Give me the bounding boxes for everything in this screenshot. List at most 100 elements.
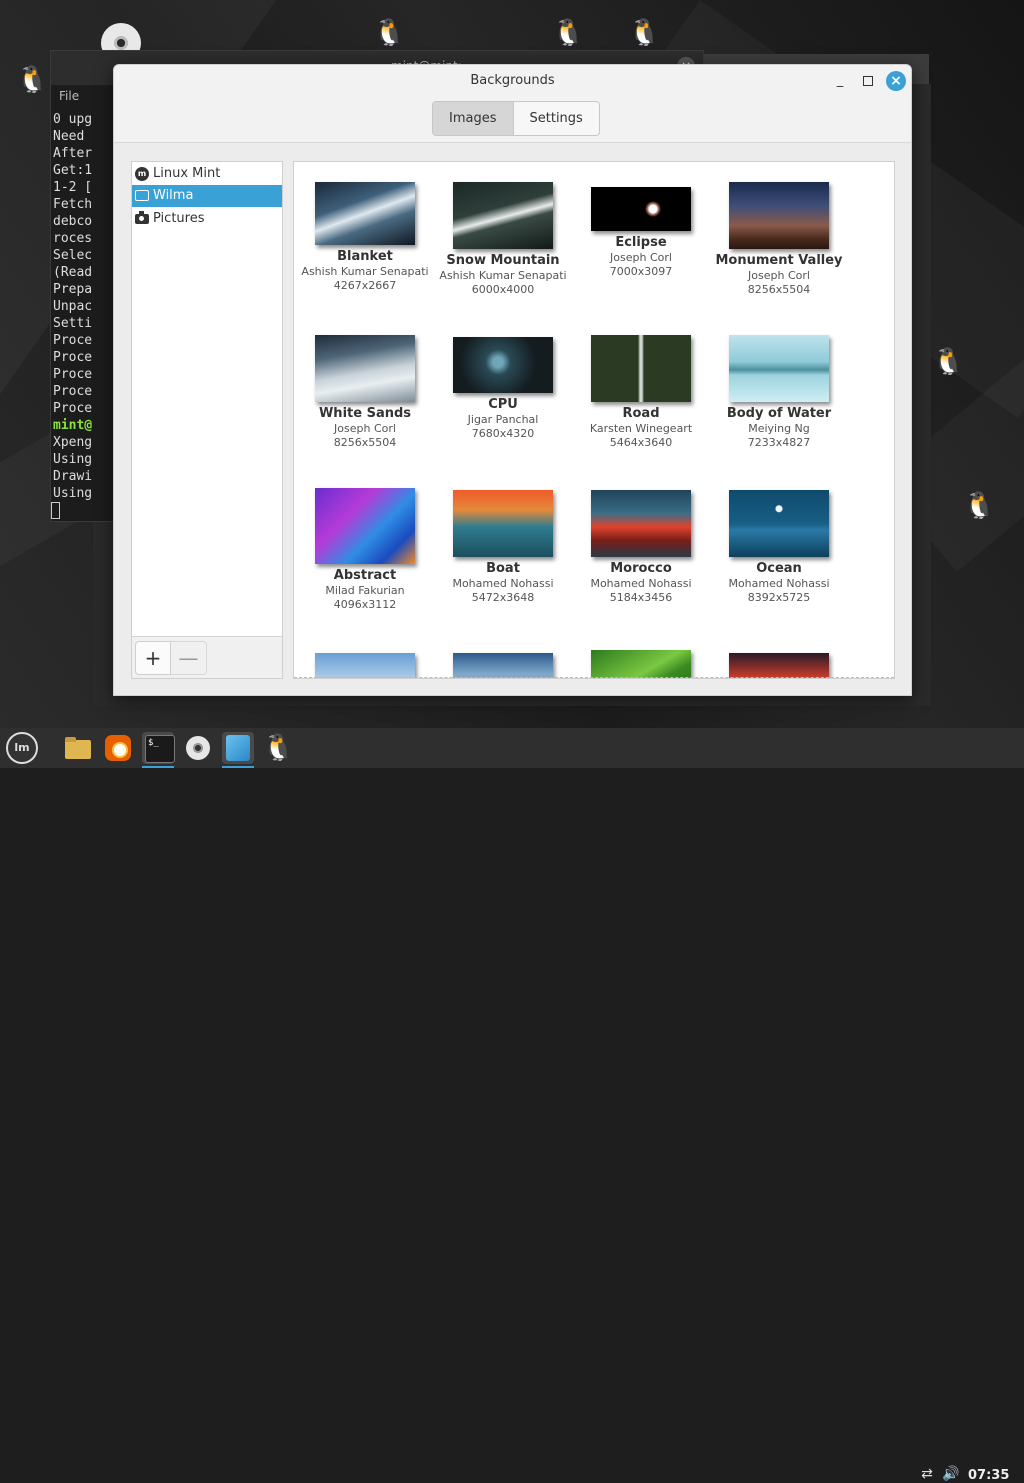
wallpaper-tile-ocean[interactable]: Ocean Mohamed Nohassi 8392x5725: [710, 490, 848, 605]
wallpaper-thumbnail: [591, 335, 691, 402]
terminal-line: 1-2 [: [53, 180, 93, 195]
wallpaper-resolution: 6000x4000: [471, 283, 535, 296]
wallpaper-name: White Sands: [318, 406, 412, 421]
wallpaper-resolution: 5464x3640: [609, 436, 673, 449]
volume-icon[interactable]: 🔊: [942, 1465, 960, 1483]
wallpaper-author: Karsten Winegeart: [589, 422, 693, 435]
wallpaper-author: Ashish Kumar Senapati: [439, 269, 567, 282]
tux-desktop-icon[interactable]: 🐧: [16, 67, 48, 93]
wallpaper-thumbnail: [315, 335, 415, 402]
wallpaper-name: Ocean: [756, 561, 802, 576]
terminal-line: Xpeng: [53, 435, 93, 450]
firefox-icon[interactable]: [102, 732, 134, 764]
wallpaper-thumbnail: [729, 335, 829, 402]
wallpaper-tile-road[interactable]: Road Karsten Winegeart 5464x3640: [572, 335, 710, 450]
wallpaper-thumbnail: [453, 337, 553, 393]
wallpaper-author: Mohamed Nohassi: [590, 577, 692, 590]
wallpaper-author: Milad Fakurian: [325, 584, 405, 597]
add-folder-button[interactable]: +: [135, 641, 171, 675]
wallpaper-resolution: 7233x4827: [747, 436, 811, 449]
terminal-line: Unpac: [53, 299, 93, 314]
wallpaper-tile-white-sands[interactable]: White Sands Joseph Corl 8256x5504: [296, 335, 434, 450]
wallpaper-thumbnail: [453, 490, 553, 557]
wallpaper-resolution: 4267x2667: [333, 279, 397, 292]
terminal-line: Selec: [53, 248, 93, 263]
terminal-menu-file[interactable]: File: [59, 89, 79, 103]
wallpaper-author: Ashish Kumar Senapati: [301, 265, 429, 278]
wallpaper-resolution: 7000x3097: [609, 265, 673, 278]
terminal-line: 0 upg: [53, 112, 93, 127]
wallpaper-tile-boat[interactable]: Boat Mohamed Nohassi 5472x3648: [434, 490, 572, 605]
wallpaper-gallery: Blanket Ashish Kumar Senapati 4267x2667 …: [293, 161, 895, 679]
camera-icon: [135, 211, 149, 224]
remove-folder-button[interactable]: —: [171, 641, 207, 675]
sidebar-item-pictures[interactable]: Pictures: [132, 208, 282, 230]
tab-settings[interactable]: Settings: [514, 102, 599, 135]
wallpaper-tile-snow-mountain[interactable]: Snow Mountain Ashish Kumar Senapati 6000…: [434, 182, 572, 297]
tab-images[interactable]: Images: [433, 102, 514, 135]
wallpaper-resolution: 5472x3648: [471, 591, 535, 604]
menu-button[interactable]: lm: [6, 732, 38, 764]
terminal-line: Proce: [53, 384, 93, 399]
terminal-icon[interactable]: [142, 732, 175, 768]
wallpaper-name: CPU: [488, 397, 518, 412]
wallpaper-tile-blanket[interactable]: Blanket Ashish Kumar Senapati 4267x2667: [296, 182, 434, 293]
wallpaper-name: Morocco: [610, 561, 672, 576]
terminal-line: Proce: [53, 333, 93, 348]
wallpaper-author: Mohamed Nohassi: [452, 577, 554, 590]
tux-desktop-icon[interactable]: 🐧: [628, 20, 660, 46]
wallpaper-thumbnail: [315, 182, 415, 245]
wallpaper-resolution: 8256x5504: [747, 283, 811, 296]
maximize-button[interactable]: [859, 73, 875, 89]
tux-desktop-icon[interactable]: 🐧: [932, 349, 964, 375]
terminal-line: mint@: [53, 418, 93, 433]
terminal-line: Using: [53, 486, 93, 501]
sidebar-item-wilma[interactable]: Wilma: [132, 185, 282, 207]
terminal-cursor: [51, 502, 60, 519]
wallpaper-name: Monument Valley: [715, 253, 843, 268]
monitor-icon: [135, 190, 149, 201]
tux-desktop-icon[interactable]: 🐧: [373, 20, 405, 46]
wallpaper-tile-eclipse[interactable]: Eclipse Joseph Corl 7000x3097: [572, 187, 710, 279]
titlebar[interactable]: Backgrounds _ ×: [114, 65, 911, 97]
wallpaper-name: Abstract: [333, 568, 397, 583]
clock[interactable]: 07:35: [968, 1468, 1009, 1483]
terminal-line: Setti: [53, 316, 93, 331]
content-area: m Linux Mint Wilma Pictures + — Blanket …: [114, 142, 911, 695]
backgrounds-app-icon[interactable]: [222, 732, 254, 768]
tux-icon[interactable]: 🐧: [262, 732, 294, 764]
wallpaper-resolution: 5184x3456: [609, 591, 673, 604]
backgrounds-window: Backgrounds _ × Images Settings m Linux …: [113, 64, 912, 696]
gallery-bottom-edge: [294, 674, 894, 678]
wallpaper-author: Joseph Corl: [610, 251, 672, 264]
wallpaper-author: Meiying Ng: [748, 422, 810, 435]
wallpaper-name: Body of Water: [726, 406, 832, 421]
wallpaper-name: Snow Mountain: [446, 253, 560, 268]
terminal-line: Proce: [53, 350, 93, 365]
wallpaper-tile-body-of-water[interactable]: Body of Water Meiying Ng 7233x4827: [710, 335, 848, 450]
taskbar: lm 🐧 ⇄ 🔊 07:35: [0, 728, 1024, 1483]
tux-desktop-icon[interactable]: 🐧: [963, 493, 995, 519]
network-icon[interactable]: ⇄: [918, 1465, 936, 1483]
minimize-button[interactable]: _: [832, 73, 848, 89]
wallpaper-thumbnail: [729, 182, 829, 249]
wallpaper-resolution: 4096x3112: [333, 598, 397, 611]
wallpaper-name: Boat: [486, 561, 520, 576]
window-title: Backgrounds: [470, 73, 555, 88]
wallpaper-tile-morocco[interactable]: Morocco Mohamed Nohassi 5184x3456: [572, 490, 710, 605]
terminal-line: Prepa: [53, 282, 93, 297]
close-button[interactable]: ×: [886, 71, 906, 91]
sidebar-footer: + —: [132, 636, 282, 678]
tux-desktop-icon[interactable]: 🐧: [552, 20, 584, 46]
disc-icon[interactable]: [182, 732, 214, 764]
wallpaper-resolution: 7680x4320: [471, 427, 535, 440]
wallpaper-tile-abstract[interactable]: Abstract Milad Fakurian 4096x3112: [296, 488, 434, 612]
folder-icon[interactable]: [62, 732, 94, 764]
sidebar-item-linux-mint[interactable]: m Linux Mint: [132, 163, 282, 185]
wallpaper-resolution: 8256x5504: [333, 436, 397, 449]
wallpaper-tile-monument-valley[interactable]: Monument Valley Joseph Corl 8256x5504: [710, 182, 848, 297]
terminal-line: After: [53, 146, 93, 161]
wallpaper-tile-cpu[interactable]: CPU Jigar Panchal 7680x4320: [434, 337, 572, 441]
wallpaper-name: Blanket: [337, 249, 393, 264]
terminal-line: debco: [53, 214, 93, 229]
